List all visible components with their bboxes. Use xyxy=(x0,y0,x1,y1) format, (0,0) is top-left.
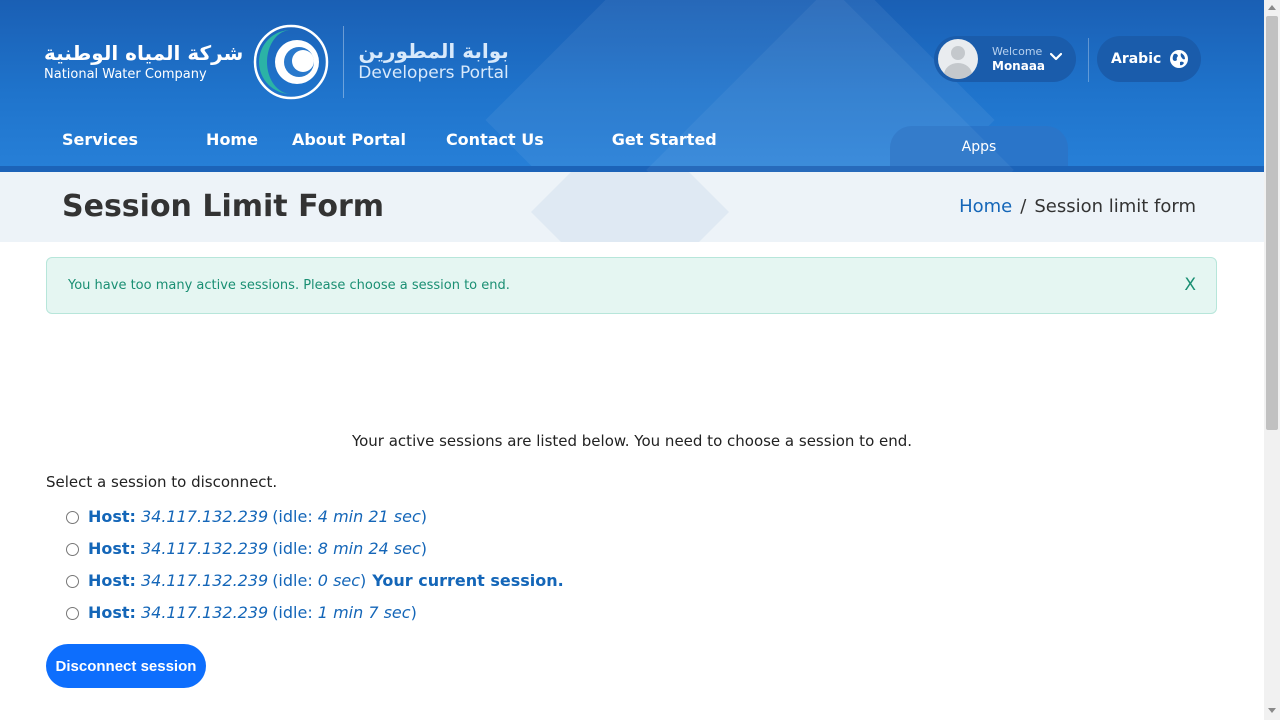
nav-home[interactable]: Home xyxy=(206,130,258,149)
host-ip: 34.117.132.239 xyxy=(140,506,269,526)
session-option[interactable]: Host: 34.117.132.239 (idle: 4 min 21 sec… xyxy=(66,500,564,532)
company-name-english: National Water Company xyxy=(44,67,207,82)
idle-info: (idle: 0 sec) xyxy=(272,571,366,590)
idle-info: (idle: 8 min 24 sec) xyxy=(272,539,427,558)
portal-name: بوابة المطورين Developers Portal xyxy=(358,40,509,84)
avatar xyxy=(938,39,978,79)
host-ip: 34.117.132.239 xyxy=(140,538,269,558)
portal-name-english: Developers Portal xyxy=(358,63,509,83)
language-switcher[interactable]: Arabic xyxy=(1097,36,1201,82)
idle-suffix: ) xyxy=(420,506,427,526)
nav-contact-us[interactable]: Contact Us xyxy=(446,130,544,149)
idle-suffix: ) xyxy=(420,538,427,558)
idle-time: 1 min 7 sec xyxy=(317,602,411,622)
host-label: Host: xyxy=(88,602,136,622)
nav-get-started[interactable]: Get Started xyxy=(612,130,717,149)
idle-time: 8 min 24 sec xyxy=(317,538,421,558)
idle-info: (idle: 4 min 21 sec) xyxy=(272,507,427,526)
scroll-down-arrow-icon[interactable] xyxy=(1268,708,1276,713)
vertical-scrollbar[interactable] xyxy=(1264,0,1280,720)
main-nav: Services Home About Portal Contact Us Ge… xyxy=(62,130,785,149)
user-menu[interactable]: Welcome Monaaa xyxy=(934,36,1076,82)
idle-prefix: (idle: xyxy=(272,506,318,526)
session-option[interactable]: Host: 34.117.132.239 (idle: 8 min 24 sec… xyxy=(66,532,564,564)
logo[interactable]: شركة المياه الوطنية National Water Compa… xyxy=(44,22,509,102)
username: Monaaa xyxy=(992,59,1046,73)
session-radio[interactable] xyxy=(66,511,79,524)
alert-close-button[interactable]: X xyxy=(1184,275,1196,295)
breadcrumb: Home / Session limit form xyxy=(959,196,1196,217)
host-ip: 34.117.132.239 xyxy=(140,602,269,622)
session-radio[interactable] xyxy=(66,575,79,588)
breadcrumb-separator: / xyxy=(1020,196,1027,217)
intro-text: Your active sessions are listed below. Y… xyxy=(351,432,913,450)
scrollbar-thumb[interactable] xyxy=(1266,16,1278,430)
idle-prefix: (idle: xyxy=(272,570,318,590)
page-title: Session Limit Form xyxy=(62,189,385,224)
idle-suffix: ) xyxy=(360,570,367,590)
session-list: Host: 34.117.132.239 (idle: 4 min 21 sec… xyxy=(66,500,564,628)
site-header: شركة المياه الوطنية National Water Compa… xyxy=(0,0,1264,172)
host-label: Host: xyxy=(88,570,136,590)
portal-name-arabic: بوابة المطورين xyxy=(358,39,509,63)
company-name-arabic: شركة المياه الوطنية xyxy=(44,41,244,65)
current-session-label: Your current session. xyxy=(372,570,564,590)
breadcrumb-current: Session limit form xyxy=(1034,196,1196,217)
session-radio[interactable] xyxy=(66,543,79,556)
logo-divider xyxy=(343,26,345,98)
disconnect-session-button[interactable]: Disconnect session xyxy=(46,644,206,688)
scroll-up-arrow-icon[interactable] xyxy=(1268,5,1276,10)
session-option[interactable]: Host: 34.117.132.239 (idle: 1 min 7 sec) xyxy=(66,596,564,628)
nav-about-portal[interactable]: About Portal xyxy=(292,130,406,149)
idle-time: 4 min 21 sec xyxy=(317,506,421,526)
session-option-current[interactable]: Host: 34.117.132.239 (idle: 0 sec) Your … xyxy=(66,564,564,596)
nav-services[interactable]: Services xyxy=(62,130,138,149)
language-label: Arabic xyxy=(1111,51,1162,67)
session-limit-alert: You have too many active sessions. Pleas… xyxy=(46,257,1217,314)
idle-prefix: (idle: xyxy=(272,538,318,558)
company-name: شركة المياه الوطنية National Water Compa… xyxy=(44,41,243,83)
chevron-down-icon[interactable] xyxy=(1050,52,1062,62)
apps-tab[interactable]: Apps xyxy=(890,126,1068,168)
idle-time: 0 sec xyxy=(317,570,361,590)
idle-prefix: (idle: xyxy=(272,602,318,622)
select-session-label: Select a session to disconnect. xyxy=(46,473,278,491)
session-radio[interactable] xyxy=(66,607,79,620)
host-ip: 34.117.132.239 xyxy=(140,570,269,590)
header-divider xyxy=(1088,38,1089,82)
breadcrumb-home-link[interactable]: Home xyxy=(959,196,1012,217)
page-title-band: Session Limit Form Home / Session limit … xyxy=(0,172,1264,242)
host-label: Host: xyxy=(88,538,136,558)
idle-info: (idle: 1 min 7 sec) xyxy=(272,603,417,622)
idle-suffix: ) xyxy=(410,602,417,622)
host-label: Host: xyxy=(88,506,136,526)
globe-icon xyxy=(1170,50,1188,68)
water-drop-logo-icon xyxy=(254,24,329,100)
alert-message: You have too many active sessions. Pleas… xyxy=(68,278,510,293)
welcome-text: Welcome xyxy=(992,45,1043,58)
user-info: Welcome Monaaa xyxy=(992,45,1045,73)
